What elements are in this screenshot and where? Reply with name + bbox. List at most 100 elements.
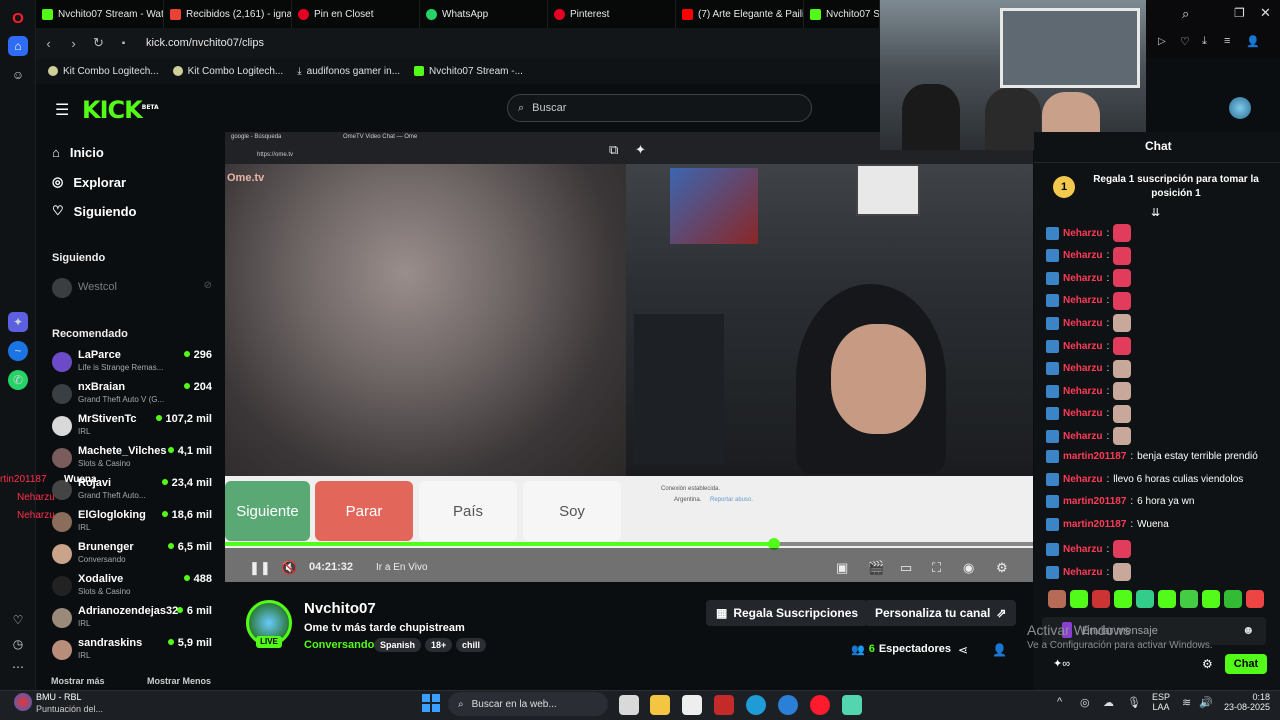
back-icon[interactable]: ‹ [36,36,61,51]
nav-inicio[interactable]: ⌂ Inicio [52,145,104,160]
user-avatar[interactable] [1229,97,1251,119]
channel-name[interactable]: Nvchito07 [304,600,376,617]
chat-username[interactable]: martin201187 [1063,496,1126,507]
clock[interactable]: 0:18 23-08-2025 [1222,692,1270,712]
customize-channel-button[interactable]: Personaliza tu canal ⇗ [865,600,1017,626]
edge-icon[interactable] [746,695,766,715]
emoji-picker-icon[interactable]: ☻ [1242,623,1255,637]
tab-4[interactable]: Pinterest [548,0,676,28]
chat-username[interactable]: Neharzu [1063,295,1102,306]
chat-username[interactable]: Neharzu [1063,431,1102,442]
messenger-icon[interactable]: ~ [8,341,28,361]
language-indicator[interactable]: ESP LAA [1152,692,1170,712]
chat-username[interactable]: Neharzu [1063,228,1102,239]
weather-widget-icon[interactable] [14,693,32,711]
ome-country-button[interactable]: País [419,481,517,541]
speed-icon[interactable]: ◉ [963,560,974,576]
nav-siguiendo[interactable]: ♡ Siguiendo [52,203,137,219]
show-more-button[interactable]: Mostrar más [51,676,105,686]
recommended-channel[interactable]: MrStivenTc IRL 107,2 mil [52,413,214,443]
bookmark-item[interactable]: Nvchito07 Stream -... [414,66,523,77]
profile-icon[interactable]: 👤 [1246,35,1260,48]
sparkle-icon[interactable]: ✦ [635,142,646,158]
task-view-icon[interactable] [619,695,639,715]
tray-chevron-icon[interactable]: ^ [1057,696,1062,708]
history-icon[interactable]: ◷ [8,634,28,654]
chat-username[interactable]: Neharzu [1063,363,1102,374]
wifi-icon[interactable]: ≋ [1182,696,1191,709]
favorite-icon[interactable]: ♡ [1180,35,1190,48]
more-icon[interactable]: ⋯ [8,657,28,677]
points-icon[interactable]: ✦∞ [1053,657,1070,670]
stream-category[interactable]: Conversando [304,639,374,651]
chat-username[interactable]: martin201187 [1063,519,1126,530]
recommended-channel[interactable]: ElGlogloking IRL 18,6 mil [52,509,214,539]
tab-5[interactable]: (7) Arte Elegante & Pailita [676,0,804,28]
recommended-channel[interactable]: LaParce Life is Strange Remas... 296 [52,349,214,379]
emote-icon[interactable] [1158,590,1176,608]
bookmark-item[interactable]: Kit Combo Logitech... [48,66,159,77]
chat-username[interactable]: Neharzu [1063,318,1102,329]
following-item[interactable]: Westcol ⊘ [52,278,214,308]
emote-icon[interactable] [1224,590,1242,608]
tab-2[interactable]: Pin en Closet [292,0,420,28]
emote-icon[interactable] [1180,590,1198,608]
weather-title[interactable]: BMU - RBL [36,692,82,702]
store-icon[interactable] [682,695,702,715]
forward-icon[interactable]: › [61,36,86,51]
bookmark-item[interactable]: Kit Combo Logitech... [172,66,283,77]
tag[interactable]: 18+ [425,638,453,652]
opera-icon[interactable] [810,695,830,715]
follow-user-icon[interactable]: 👤 [992,643,1007,657]
home-icon[interactable]: ⌂ [8,36,28,56]
nav-explorar[interactable]: ◎ Explorar [52,174,126,190]
chat-username[interactable]: Neharzu [1063,273,1102,284]
gift-rank-text[interactable]: Regala 1 suscripción para tomar la posic… [1086,173,1266,201]
search-tabs-icon[interactable]: ⌕ [1182,6,1189,22]
heart-icon[interactable]: ♡ [8,610,28,630]
tab-6[interactable]: Nvchito07 Stream [804,0,880,28]
miniplayer-icon[interactable]: ▣ [836,560,848,576]
emote-icon[interactable] [1092,590,1110,608]
tab-3[interactable]: WhatsApp [420,0,548,28]
share-icon[interactable]: ⋖ [958,643,968,657]
reload-icon[interactable]: ↻ [86,35,111,51]
ome-next-button[interactable]: Siguiente [225,481,310,541]
chat-username[interactable]: Neharzu [1063,408,1102,419]
tray-icon[interactable]: ◎ [1080,696,1090,709]
fullscreen-icon[interactable]: ⛶ [932,560,941,576]
go-live-button[interactable]: Ir a En Vivo [376,562,428,573]
ome-soy-button[interactable]: Soy [523,481,621,541]
cloud-icon[interactable]: ☁ [1103,696,1114,709]
whatsapp-icon[interactable]: ✆ [8,370,28,390]
gift-subs-button[interactable]: ▦ Regala Suscripciones [706,600,869,626]
recommended-channel[interactable]: Machete_Vilches Slots & Casino 4,1 mil [52,445,214,475]
theater-icon[interactable]: ▭ [900,560,912,576]
emote-icon[interactable] [1114,590,1132,608]
windows-start-icon[interactable] [422,694,440,712]
pause-icon[interactable]: ❚❚ [249,560,271,576]
chat-settings-icon[interactable]: ⚙ [1202,657,1213,671]
recommended-channel[interactable]: Brunenger Conversando 6,5 mil [52,541,214,571]
chat-username[interactable]: Neharzu [1063,386,1102,397]
url-field[interactable]: kick.com/nvchito07/clips [146,37,264,49]
emote-icon[interactable] [1246,590,1264,608]
tab-0[interactable]: Nvchito07 Stream - Watch [36,0,164,28]
mute-icon[interactable]: 🔇 [281,560,297,576]
settings-icon[interactable]: ⚙ [996,560,1008,576]
opera-logo-icon[interactable]: O [8,8,28,28]
emoji-icon[interactable]: ☺ [8,65,28,85]
app-icon[interactable] [842,695,862,715]
chat-username[interactable]: Neharzu [1063,341,1102,352]
emote-icon[interactable] [1202,590,1220,608]
menu-icon[interactable]: ≡ [1224,35,1230,47]
recommended-channel[interactable]: Xodalive Slots & Casino 488 [52,573,214,603]
chat-username[interactable]: Neharzu [1063,567,1102,578]
show-less-button[interactable]: Mostrar Menos [147,676,211,686]
close-window-icon[interactable]: ✕ [1260,5,1271,21]
chat-username[interactable]: Neharzu [1063,544,1102,555]
chat-send-button[interactable]: Chat [1225,654,1267,674]
search-input[interactable]: ⌕ Buscar [507,94,812,122]
clip-icon[interactable]: 🎬 [868,560,884,576]
download-icon[interactable]: ⤓ [1202,35,1207,48]
